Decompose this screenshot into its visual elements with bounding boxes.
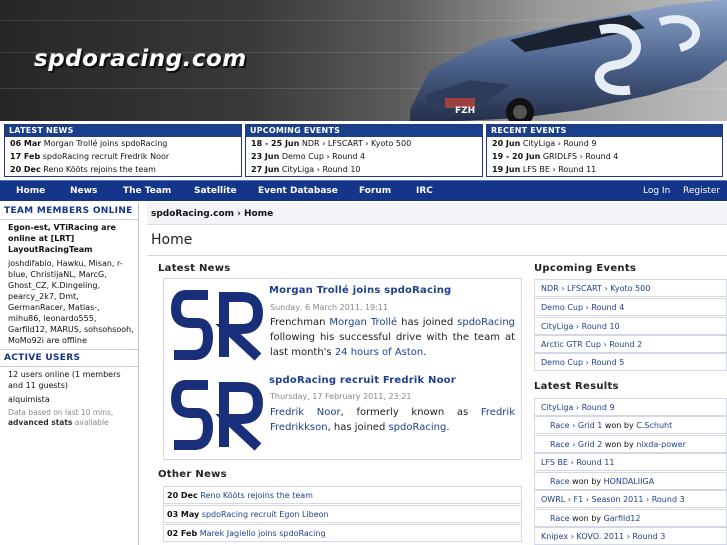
upcoming-event-item[interactable]: 23 Jun Demo Cup › Round 4	[246, 150, 482, 163]
breadcrumb: spdoRacing.com › Home	[147, 203, 727, 225]
nav-event-database[interactable]: Event Database	[258, 181, 338, 201]
breadcrumb-site-link[interactable]: spdoRacing.com	[151, 209, 234, 219]
upcoming-event-item[interactable]: 27 Jun CityLiga › Round 10	[246, 163, 482, 176]
left-sidebar: TEAM MEMBERS ONLINE Egon-est, VTiRacing …	[0, 203, 139, 545]
article-link[interactable]: Morgan Trollé	[329, 317, 397, 328]
result-race-item[interactable]: Race won by Garfild12	[534, 509, 727, 527]
team-online-status: Egon-est, VTiRacing are online at [LRT] …	[8, 223, 116, 254]
upcoming-event-link[interactable]: Demo Cup › Round 4	[534, 298, 727, 316]
register-link[interactable]: Register	[683, 181, 720, 201]
result-race-item[interactable]: Race › Grid 1 won by C.Schuht	[534, 416, 727, 434]
nav-news[interactable]: News	[70, 181, 97, 201]
login-link[interactable]: Log In	[643, 181, 670, 201]
result-event-link[interactable]: Knipex › KOVO. 2011 › Round 3	[534, 527, 727, 545]
advanced-stats-link[interactable]: advanced stats	[8, 418, 72, 427]
team-offline-list: joshdifabio, Hawku, Misan, r-blue, Chris…	[8, 259, 134, 345]
recent-event-item[interactable]: 20 Jun CityLiga › Round 9	[487, 137, 722, 150]
sr-logo-image	[170, 380, 264, 451]
article-link[interactable]: 24 hours of Aston	[335, 347, 423, 358]
title-divider	[147, 255, 727, 256]
upcoming-events-heading: Upcoming Events	[534, 263, 637, 274]
upcoming-event-item[interactable]: 18 - 25 Jun NDR › LFSCART › Kyoto 500	[246, 137, 482, 150]
article-date: Thursday, 17 February 2011, 23:21	[270, 392, 412, 401]
article-link[interactable]: Fredrik Noor	[270, 407, 341, 418]
breadcrumb-current: Home	[244, 209, 274, 219]
nav-the-team[interactable]: The Team	[123, 181, 171, 201]
recent-event-item[interactable]: 19 Jun LFS BE › Round 11	[487, 163, 722, 176]
latest-news-heading: Latest News	[158, 263, 231, 274]
active-member-link[interactable]: alquimista	[0, 394, 138, 408]
other-news-item[interactable]: 03 May spdoRacing recruit Egon Libeon	[163, 505, 522, 523]
recent-events-box: RECENT EVENTS 20 Jun CityLiga › Round 9 …	[486, 124, 723, 177]
article-title[interactable]: spdoRacing recruit Fredrik Noor	[269, 375, 456, 386]
other-news-item[interactable]: 02 Feb Marek Jagiello joins spdoRacing	[163, 524, 522, 542]
latest-news-box: LATEST NEWS 06 Mar Morgan Trollé joins s…	[4, 124, 242, 177]
main-nav: Home News The Team Satellite Event Datab…	[0, 180, 727, 201]
latest-news-box-title: LATEST NEWS	[5, 125, 241, 137]
active-users-heading: ACTIVE USERS	[0, 349, 138, 367]
result-event-link[interactable]: OWRL › F1 › Season 2011 › Round 3	[534, 490, 727, 508]
article-body: Fredrik Noor, formerly known as Fredrik …	[270, 407, 515, 433]
latest-news-item[interactable]: 06 Mar Morgan Trollé joins spdoRacing	[5, 137, 241, 150]
result-race-item[interactable]: Race › Grid 2 won by nixda-power	[534, 435, 727, 453]
nav-home[interactable]: Home	[16, 181, 45, 201]
latest-news-item[interactable]: 17 Feb spdoRacing recruit Fredrik Noor	[5, 150, 241, 163]
nav-forum[interactable]: Forum	[359, 181, 391, 201]
team-members-online-heading: TEAM MEMBERS ONLINE	[0, 203, 138, 220]
upcoming-events-box: UPCOMING EVENTS 18 - 25 Jun NDR › LFSCAR…	[245, 124, 483, 177]
result-event-link[interactable]: LFS BE › Round 11	[534, 453, 727, 471]
race-car-image: FZH	[410, 0, 727, 121]
recent-event-item[interactable]: 19 - 20 Jun GRIDLFS › Round 4	[487, 150, 722, 163]
upcoming-event-link[interactable]: NDR › LFSCART › Kyoto 500	[534, 279, 727, 297]
article-date: Sunday, 6 March 2011, 19:11	[270, 303, 389, 312]
article-link[interactable]: spdoRacing	[457, 317, 515, 328]
other-news-heading: Other News	[158, 469, 227, 480]
active-users-count: 12 users online (1 members and 11 guests…	[8, 370, 121, 390]
latest-news-item[interactable]: 20 Dec Reno Kööts rejoins the team	[5, 163, 241, 176]
other-news-item[interactable]: 20 Dec Reno Kööts rejoins the team	[163, 486, 522, 504]
article-title[interactable]: Morgan Trollé joins spdoRacing	[269, 285, 451, 296]
upcoming-event-link[interactable]: Arctic GTR Cup › Round 2	[534, 335, 727, 353]
svg-text:FZH: FZH	[455, 106, 475, 116]
upcoming-events-box-title: UPCOMING EVENTS	[246, 125, 482, 137]
site-logo[interactable]: spdoracing.com	[34, 46, 247, 72]
sr-logo-image	[170, 290, 264, 361]
article-body: Frenchman Morgan Trollé has joined spdoR…	[270, 317, 515, 358]
upcoming-event-link[interactable]: Demo Cup › Round 5	[534, 353, 727, 371]
recent-events-box-title: RECENT EVENTS	[487, 125, 722, 137]
latest-results-heading: Latest Results	[534, 381, 619, 392]
result-event-link[interactable]: CityLiga › Round 9	[534, 398, 727, 416]
upcoming-event-link[interactable]: CityLiga › Round 10	[534, 317, 727, 335]
page-title: Home	[151, 232, 193, 248]
article-link[interactable]: spdoRacing	[388, 422, 446, 433]
nav-satellite[interactable]: Satellite	[194, 181, 237, 201]
result-race-item[interactable]: Race won by HONDALIIGA	[534, 472, 727, 490]
stats-note: Data based on last 10 mins, advanced sta…	[8, 408, 114, 427]
nav-irc[interactable]: IRC	[416, 181, 433, 201]
header-banner: spdoracing.com FZH	[0, 0, 727, 121]
